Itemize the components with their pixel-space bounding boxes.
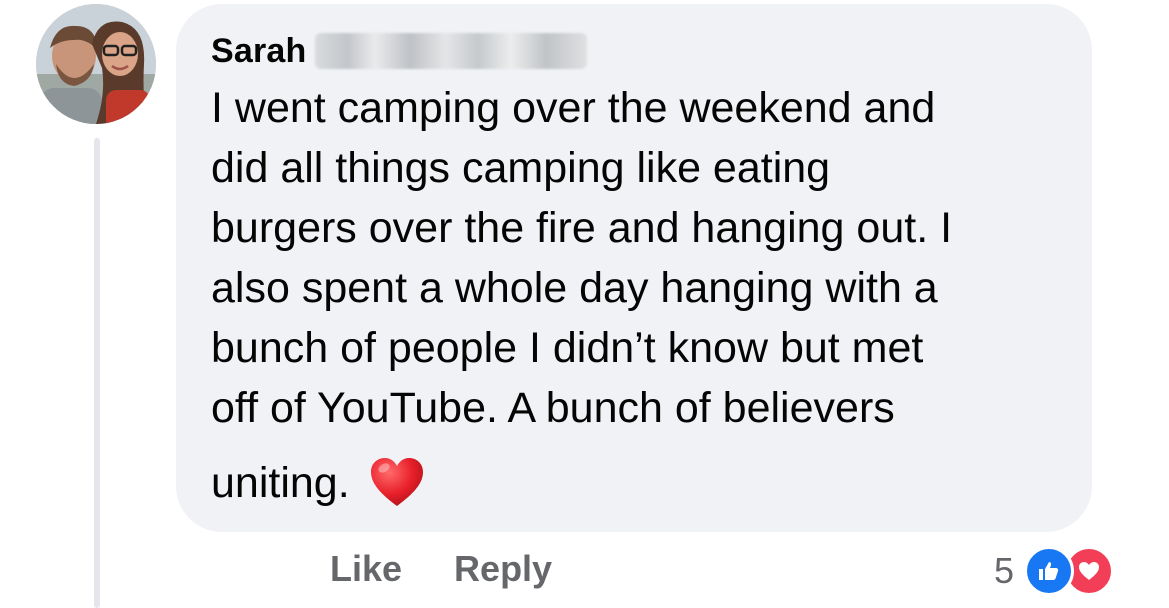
author-name[interactable]: Sarah — [211, 32, 307, 71]
comment-text-line: burgers over the fire and hanging out. I — [211, 204, 953, 252]
comment-text-line: also spent a whole day hanging with a — [211, 264, 938, 312]
thumbs-up-icon — [1024, 546, 1075, 596]
comment-text-line: I went camping over the weekend and — [211, 84, 936, 132]
comment-text-line: bunch of people I didn’t know but met — [211, 324, 924, 372]
reply-button[interactable]: Reply — [454, 548, 552, 590]
reaction-count: 5 — [994, 550, 1015, 591]
avatar[interactable] — [36, 4, 156, 124]
avatar-photo — [36, 4, 156, 124]
red-heart-emoji — [368, 454, 426, 512]
comment-text-line: uniting. — [211, 458, 350, 507]
comment-last-line: uniting. — [211, 452, 426, 514]
reaction-summary[interactable]: 5 — [994, 546, 1115, 596]
comment-actions: Like Reply — [330, 548, 552, 590]
comment-header: Sarah — [211, 26, 587, 76]
comment-text-line: did all things camping like eating — [211, 144, 831, 192]
redacted-surname — [314, 33, 587, 69]
thread-line — [94, 138, 100, 608]
like-button[interactable]: Like — [330, 548, 402, 590]
comment-text-line: off of YouTube. A bunch of believers — [211, 384, 895, 432]
comment-text: I went camping over the weekend and did … — [211, 78, 1071, 438]
